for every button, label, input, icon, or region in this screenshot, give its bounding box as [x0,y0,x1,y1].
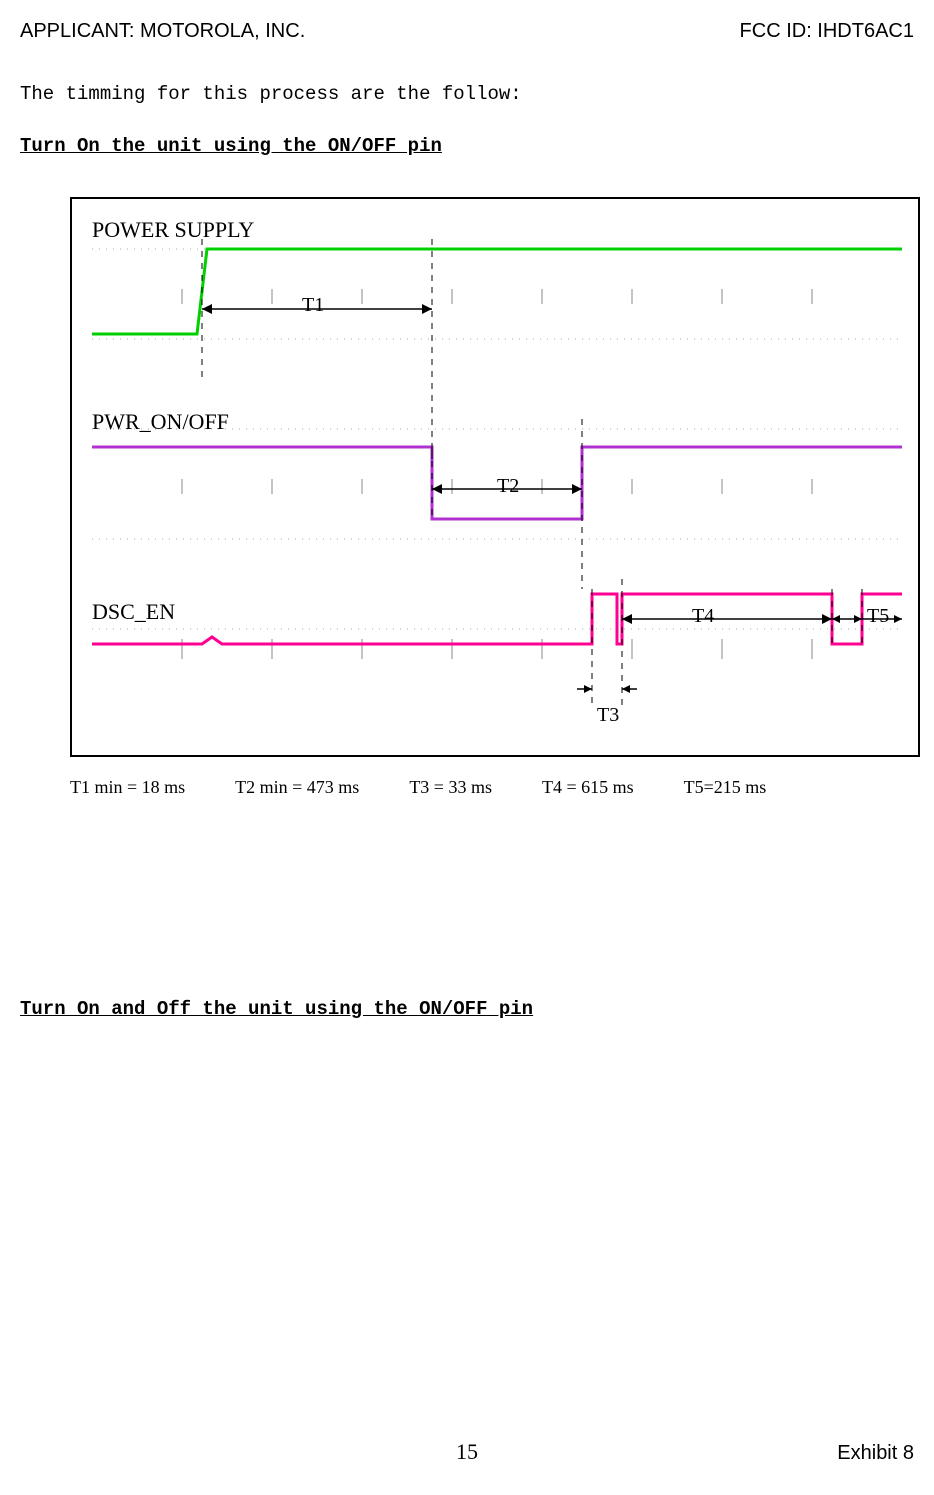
t3-label: T3 [597,704,619,727]
t2-label: T2 [497,475,519,498]
timing-figure: POWER SUPPLY PWR_ON/OFF DSC_EN T1 T2 T3 … [70,197,920,757]
exhibit-label: Exhibit 8 [837,1442,914,1465]
timing-values-row: T1 min = 18 ms T2 min = 473 ms T3 = 33 m… [70,777,914,798]
waveform-label-3: DSC_EN [92,599,175,625]
section-heading-2: Turn On and Off the unit using the ON/OF… [20,998,914,1020]
section-heading-1: Turn On the unit using the ON/OFF pin [20,135,914,157]
timing-t3: T3 = 33 ms [409,777,492,798]
timing-t1: T1 min = 18 ms [70,777,185,798]
t4-label: T4 [692,605,714,628]
timing-t2: T2 min = 473 ms [235,777,359,798]
waveform-label-1: POWER SUPPLY [92,217,254,243]
t5-label: T5 [867,605,889,628]
timing-t4: T4 = 615 ms [542,777,634,798]
waveform-label-2: PWR_ON/OFF [92,409,229,435]
t1-label: T1 [302,294,324,317]
fccid-label: FCC ID: IHDT6AC1 [740,20,914,43]
intro-text: The timming for this process are the fol… [20,83,914,105]
timing-t5: T5=215 ms [684,777,767,798]
applicant-label: APPLICANT: MOTOROLA, INC. [20,20,305,43]
page-number: 15 [456,1439,478,1465]
